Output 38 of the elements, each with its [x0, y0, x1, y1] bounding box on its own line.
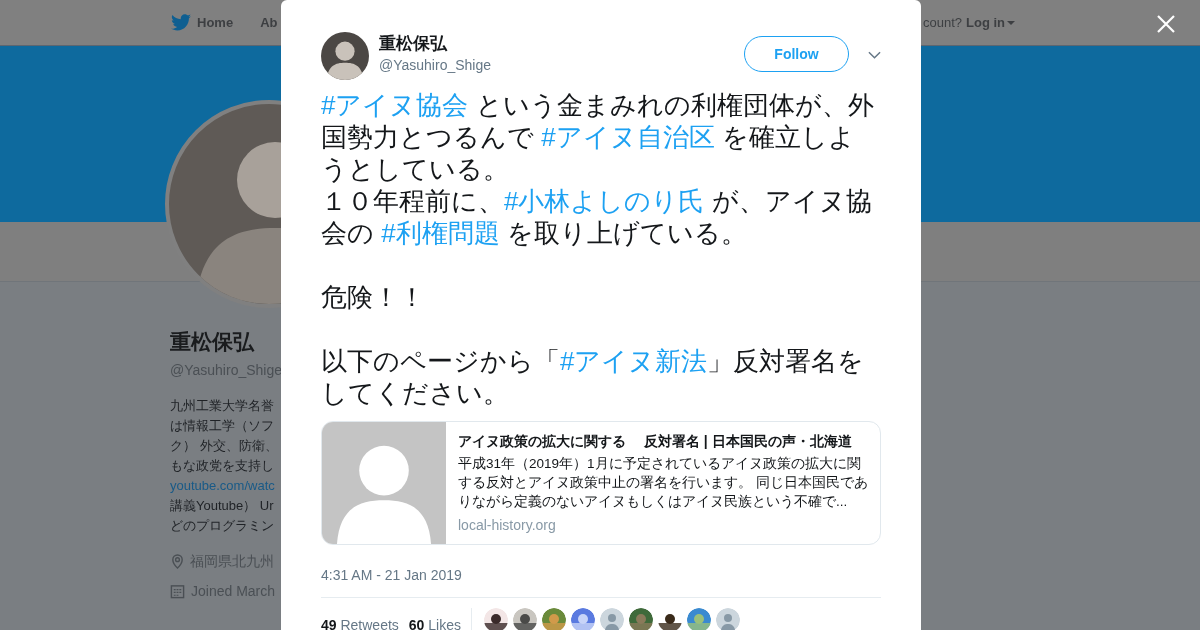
tweet-text: 以下のページから「#アイヌ新法」反対署名をしてください。	[321, 345, 866, 409]
card-domain: local-history.org	[458, 516, 557, 535]
hashtag-link[interactable]: #小林よしのり氏	[504, 186, 705, 216]
link-card[interactable]: アイヌ政策の拡大に関する 反対署名 | 日本国民の声・北海道 平成31年（2019年）1月に予定されているアイヌ政策の拡大に関する反対とアイヌ政策中止の署名を行います。 同じ日本国民でありながら定義のないアイヌもしくはアイヌ民族という不確で... local-history.org	[321, 421, 881, 545]
profile-name: 重松保弘	[170, 329, 256, 355]
hashtag-link[interactable]: #アイヌ新法	[560, 346, 708, 376]
nav-link[interactable]: Ab	[260, 12, 278, 33]
bio-text: 九州工業大学名誉	[170, 396, 275, 415]
bio-text: ク） 外交、防衛、	[170, 436, 279, 455]
stat-link[interactable]: 60 Likes	[408, 614, 461, 630]
chevron-down-icon[interactable]	[868, 51, 881, 59]
tweet-text: 危険！！	[321, 281, 426, 313]
hashtag-link[interactable]: #アイヌ協会	[321, 90, 469, 120]
close-button[interactable]	[1156, 14, 1176, 34]
bio-text: 講義Youtube） Ur	[170, 496, 275, 515]
card-title: アイヌ政策の拡大に関する 反対署名 | 日本国民の声・北海道	[458, 432, 853, 451]
bio-text: は情報工学（ソフ	[170, 416, 275, 435]
hashtag-link[interactable]: #利権問題	[381, 218, 500, 248]
bio-text: もな政党を支持し	[170, 456, 275, 475]
default-avatar[interactable]	[600, 608, 624, 630]
tweet-text: #アイヌ協会 という金まみれの利権団体が、外国勢力とつるんで #アイヌ自治区 を確立しようとしている。	[321, 89, 875, 185]
login-button[interactable]: Log in	[966, 12, 1015, 33]
author-name[interactable]: 重松保弘	[379, 33, 492, 55]
default-avatar[interactable]	[716, 608, 740, 630]
stat-link[interactable]: 49 Retweets	[321, 614, 399, 630]
author-avatar	[321, 32, 369, 80]
bio-text: どのプログラミン	[170, 516, 275, 535]
calendar-icon	[170, 583, 185, 599]
bio-link[interactable]: youtube.com/watc	[170, 475, 281, 496]
account-prompt: count?	[922, 13, 962, 32]
timestamp: 4:31 AM - 21 Jan 2019	[321, 566, 463, 584]
hashtag-link[interactable]: #アイヌ自治区	[541, 122, 715, 152]
location-pin-icon	[170, 553, 185, 569]
caret-icon	[1007, 20, 1015, 25]
card-description: 平成31年（2019年）1月に予定されているアイヌ政策の拡大に関する反対とアイヌ政策中止の署名を行います。 同じ日本国民でありながら定義のないアイヌもしくはアイヌ民族という不確で...	[458, 455, 869, 511]
nav-link[interactable]: Home	[197, 12, 234, 33]
author-handle[interactable]: @Yasuhiro_Shige	[379, 56, 492, 74]
tweet-text: １０年程前に、#小林よしのり氏 が、アイヌ協会の #利権問題 を取り上げている。	[321, 185, 873, 249]
